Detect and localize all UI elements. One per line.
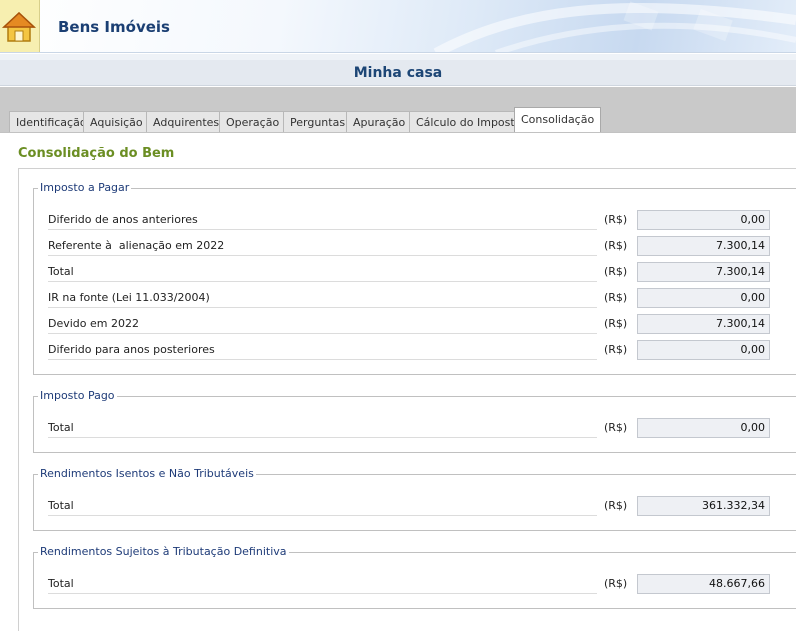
section-title: Consolidação do Bem [18, 146, 175, 161]
page-title: Bens Imóveis [58, 18, 170, 36]
header-decoration [433, 1, 796, 52]
tab-adquirentes[interactable]: Adquirentes [146, 111, 227, 133]
tab-consolidacao[interactable]: Consolidação [514, 107, 602, 133]
currency-label: (R$) [604, 291, 628, 304]
row-label: Referente à alienação em 2022 [48, 238, 597, 256]
tab-calculo-do-imposto[interactable]: Cálculo do Imposto [409, 111, 529, 133]
home-icon [2, 11, 36, 42]
row-devido: Devido em 2022 (R$) 7.300,14 [48, 314, 770, 334]
value-field[interactable]: 7.300,14 [637, 262, 770, 282]
group-legend: Imposto a Pagar [38, 181, 132, 194]
row-label: Devido em 2022 [48, 316, 597, 334]
row-diferido-anos-posteriores: Diferido para anos posteriores (R$) 0,00 [48, 340, 770, 360]
currency-label: (R$) [604, 421, 628, 434]
row-label: Total [48, 420, 597, 438]
row-label: Total [48, 264, 597, 282]
value-field[interactable]: 361.332,34 [637, 496, 770, 516]
value-field[interactable]: 0,00 [637, 210, 770, 230]
tab-apuracao[interactable]: Apuração [346, 111, 413, 133]
app-header: Bens Imóveis [0, 0, 796, 53]
currency-label: (R$) [604, 213, 628, 226]
tab-aquisicao[interactable]: Aquisição [83, 111, 150, 133]
tab-operacao[interactable]: Operação [219, 111, 287, 133]
row-total: Total (R$) 7.300,14 [48, 262, 770, 282]
group-legend: Rendimentos Isentos e Não Tributáveis [38, 467, 256, 480]
group-rendimentos-isentos: Rendimentos Isentos e Não Tributáveis To… [33, 467, 796, 531]
row-label: IR na fonte (Lei 11.033/2004) [48, 290, 597, 308]
row-total: Total (R$) 48.667,66 [48, 574, 770, 594]
value-field[interactable]: 0,00 [637, 418, 770, 438]
row-total: Total (R$) 0,00 [48, 418, 770, 438]
home-button[interactable] [0, 0, 40, 52]
currency-label: (R$) [604, 265, 628, 278]
asset-name: Minha casa [353, 65, 443, 81]
row-total: Total (R$) 361.332,34 [48, 496, 770, 516]
row-label: Diferido de anos anteriores [48, 212, 597, 230]
row-label: Total [48, 576, 597, 594]
row-label: Diferido para anos posteriores [48, 342, 597, 360]
currency-label: (R$) [604, 343, 628, 356]
currency-label: (R$) [604, 499, 628, 512]
row-ir-na-fonte: IR na fonte (Lei 11.033/2004) (R$) 0,00 [48, 288, 770, 308]
row-referente-alienacao: Referente à alienação em 2022 (R$) 7.300… [48, 236, 770, 256]
currency-label: (R$) [604, 239, 628, 252]
value-field[interactable]: 0,00 [637, 340, 770, 360]
value-field[interactable]: 7.300,14 [637, 236, 770, 256]
row-diferido-anos-anteriores: Diferido de anos anteriores (R$) 0,00 [48, 210, 770, 230]
value-field[interactable]: 48.667,66 [637, 574, 770, 594]
group-imposto-a-pagar: Imposto a Pagar Diferido de anos anterio… [33, 181, 796, 375]
tab-identificacao[interactable]: Identificação [9, 111, 94, 133]
tab-perguntas[interactable]: Perguntas [283, 111, 353, 133]
group-legend: Rendimentos Sujeitos à Tributação Defini… [38, 545, 289, 558]
group-rendimentos-tributacao-definitiva: Rendimentos Sujeitos à Tributação Defini… [33, 545, 796, 609]
asset-title-bar: Minha casa [0, 60, 796, 86]
row-label: Total [48, 498, 597, 516]
currency-label: (R$) [604, 317, 628, 330]
group-imposto-pago: Imposto Pago Total (R$) 0,00 [33, 389, 796, 453]
value-field[interactable]: 0,00 [637, 288, 770, 308]
group-legend: Imposto Pago [38, 389, 117, 402]
currency-label: (R$) [604, 577, 628, 590]
value-field[interactable]: 7.300,14 [637, 314, 770, 334]
